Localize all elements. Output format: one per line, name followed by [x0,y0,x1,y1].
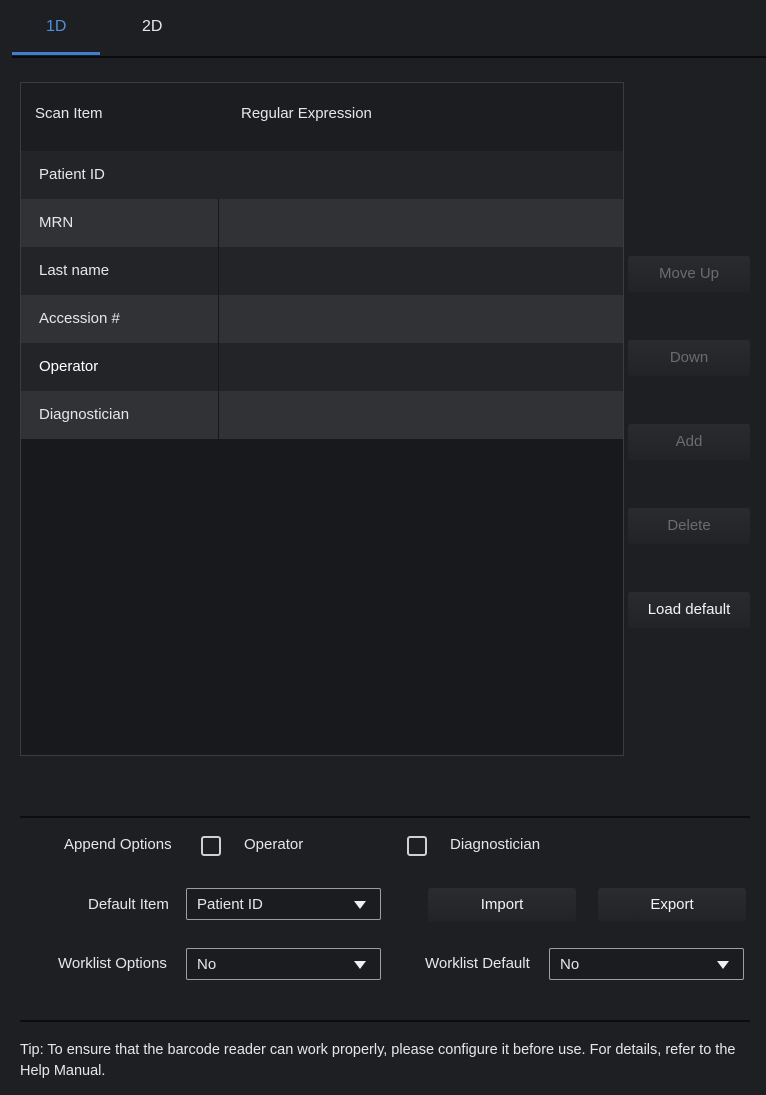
dropdown-arrow-icon [354,961,366,969]
tab-1d[interactable]: 1D [46,18,66,36]
worklist-options-value: No [197,956,217,973]
dropdown-arrow-icon [717,961,729,969]
operator-checkbox[interactable] [201,836,221,856]
import-button[interactable]: Import [428,888,576,922]
default-item-value: Patient ID [197,896,263,913]
add-button[interactable]: Add [628,424,750,460]
tab-2d[interactable]: 2D [142,18,162,36]
table-row[interactable]: Diagnostician [21,391,623,439]
diagnostician-checkbox-label: Diagnostician [450,836,541,853]
dropdown-arrow-icon [354,901,366,909]
tab-bar: 1D 2D [12,0,766,58]
divider [20,816,750,818]
column-divider [218,247,219,295]
default-item-select[interactable]: Patient ID [186,888,381,920]
worklist-default-value: No [560,956,580,973]
divider [20,1020,750,1022]
column-divider [218,199,219,247]
table-row[interactable]: Operator [21,343,623,391]
scan-item-cell: Diagnostician [39,406,130,423]
worklist-options-label: Worklist Options [58,955,167,972]
load-default-button[interactable]: Load default [628,592,750,628]
table-row[interactable]: MRN [21,199,623,247]
worklist-default-select[interactable]: No [549,948,744,980]
table-row[interactable]: Last name [21,247,623,295]
scan-item-cell: Operator [39,358,99,375]
delete-button[interactable]: Delete [628,508,750,544]
worklist-options-select[interactable]: No [186,948,381,980]
column-header-scan-item: Scan Item [35,105,103,122]
active-tab-indicator [12,52,100,55]
worklist-default-label: Worklist Default [425,955,530,972]
column-divider [218,343,219,391]
move-up-button[interactable]: Move Up [628,256,750,292]
table-header: Scan Item Regular Expression [21,83,623,152]
table-row[interactable]: Patient ID [21,151,623,199]
export-button[interactable]: Export [598,888,746,922]
scan-item-cell: Accession # [39,310,120,327]
diagnostician-checkbox[interactable] [407,836,427,856]
column-header-regular-expression: Regular Expression [241,105,372,122]
down-button[interactable]: Down [628,340,750,376]
operator-checkbox-label: Operator [244,836,304,853]
tip-text: Tip: To ensure that the barcode reader c… [20,1042,736,1079]
scan-item-cell: Patient ID [39,166,105,183]
default-item-label: Default Item [88,896,169,913]
column-divider [218,391,219,439]
table-row[interactable]: Accession # [21,295,623,343]
column-divider [218,295,219,343]
scan-item-cell: MRN [39,214,74,231]
append-options-label: Append Options [64,836,172,853]
scan-item-cell: Last name [39,262,110,279]
scan-item-table: Scan Item Regular Expression Patient ID … [20,82,624,756]
